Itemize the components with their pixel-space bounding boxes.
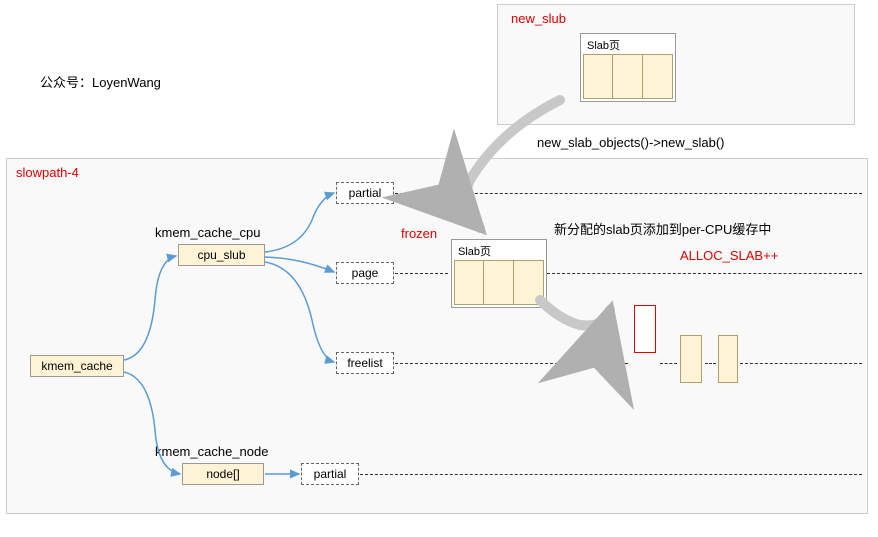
note2: ALLOC_SLAB++	[680, 248, 778, 263]
dash-freelist-d	[740, 363, 862, 364]
frozen-label: frozen	[401, 226, 437, 241]
cpu-page-text: page	[352, 266, 379, 280]
credit-name: LoyenWang	[92, 75, 161, 90]
slab-cells	[583, 54, 673, 99]
kmem-cache-node-box: kmem_cache	[30, 355, 124, 377]
credit-prefix: 公众号：	[40, 75, 92, 90]
slab-cell	[643, 54, 673, 99]
dash-freelist-c	[705, 363, 716, 364]
kmem-cache-label: kmem_cache	[41, 359, 112, 373]
credit-line: 公众号：LoyenWang	[40, 72, 161, 91]
new-slub-container: new_slub Slab页	[497, 4, 855, 125]
obj-rect-red	[634, 305, 656, 353]
slowpath-slab: Slab页	[451, 239, 547, 308]
cpu-freelist-text: freelist	[347, 356, 382, 370]
slab-header-2: Slab页	[454, 242, 544, 260]
node-label: kmem_cache_node	[155, 444, 268, 459]
dash-page-b	[547, 273, 862, 274]
node-box-text: node[]	[206, 467, 239, 481]
cpu-partial-box: partial	[336, 182, 394, 204]
cpu-label: kmem_cache_cpu	[155, 225, 261, 240]
node-box: node[]	[182, 463, 264, 485]
slowpath-title: slowpath-4	[16, 165, 79, 180]
slab-cell	[514, 260, 544, 305]
slab-header: Slab页	[583, 36, 673, 54]
slab-cell	[613, 54, 643, 99]
node-partial-text: partial	[314, 467, 347, 481]
slab-cell	[583, 54, 613, 99]
func-path: new_slab_objects()->new_slab()	[537, 135, 725, 150]
cpu-slub-box: cpu_slub	[178, 244, 265, 266]
cpu-freelist-box: freelist	[336, 352, 394, 374]
cpu-slub-text: cpu_slub	[197, 248, 245, 262]
new-slub-slab: Slab页	[580, 33, 676, 102]
node-partial-box: partial	[301, 463, 359, 485]
obj-rect	[680, 335, 702, 383]
dash-freelist-a	[395, 363, 628, 364]
slab-cell	[454, 260, 484, 305]
note1: 新分配的slab页添加到per-CPU缓存中	[554, 219, 771, 238]
dash-node-partial	[360, 474, 862, 475]
slab-cell	[484, 260, 514, 305]
cpu-page-box: page	[336, 262, 394, 284]
slab-cells-2	[454, 260, 544, 305]
dash-partial	[395, 193, 862, 194]
obj-rect	[718, 335, 738, 383]
cpu-partial-text: partial	[349, 186, 382, 200]
new-slub-title: new_slub	[511, 11, 566, 26]
dash-freelist-b	[660, 363, 677, 364]
slowpath-container: slowpath-4	[6, 158, 868, 514]
dash-page-a	[395, 273, 448, 274]
